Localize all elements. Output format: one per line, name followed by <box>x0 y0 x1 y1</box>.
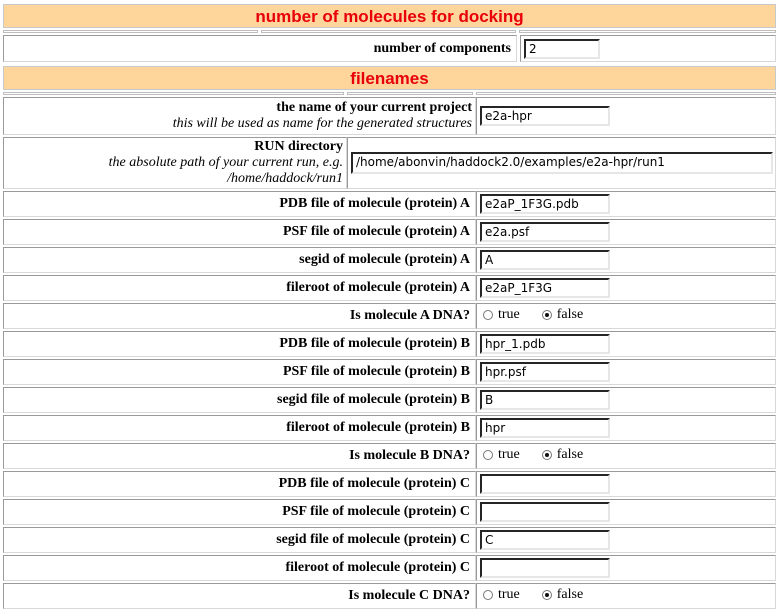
text-input[interactable] <box>480 502 610 522</box>
radio-label: true <box>498 307 520 322</box>
spacer-cell <box>476 92 776 95</box>
text-input[interactable]: hpr_1.pdb <box>480 334 610 354</box>
radio-button-icon[interactable] <box>541 310 552 320</box>
section-header-filenames: filenames <box>3 66 776 90</box>
components-row: number of components 2 <box>3 35 776 62</box>
text-input[interactable]: B <box>480 390 610 410</box>
text-input[interactable]: hpr <box>480 418 610 438</box>
radio-button-icon[interactable] <box>483 450 493 460</box>
radio-button-icon[interactable] <box>483 310 493 320</box>
project-row: the name of your current project this wi… <box>3 97 776 135</box>
project-name-input[interactable]: e2a-hpr <box>480 106 610 126</box>
radio-true[interactable]: true <box>483 307 520 323</box>
dna-toggle-row: Is molecule B DNA? true false <box>3 443 776 469</box>
dna-toggle-row: Is molecule A DNA? true false <box>3 303 776 329</box>
field-label: PDB file of molecule (protein) C <box>278 476 470 491</box>
molecule-field-row: fileroot of molecule (protein) C <box>3 555 776 581</box>
text-input[interactable] <box>480 558 610 578</box>
radio-label: false <box>556 587 584 602</box>
molecule-field-row: PDB file of molecule (protein) C <box>3 471 776 497</box>
spacer-cell <box>3 30 258 33</box>
text-input[interactable] <box>480 474 610 494</box>
text-input[interactable]: C <box>480 530 610 550</box>
field-label: fileroot of molecule (protein) C <box>285 560 470 575</box>
project-hint: this will be used as name for the genera… <box>172 116 472 131</box>
components-label: number of components <box>373 40 511 56</box>
molecule-field-row: PSF file of molecule (protein) A e2a.psf <box>3 219 776 245</box>
field-label: PSF file of molecule (protein) A <box>282 224 470 239</box>
radio-false[interactable]: false <box>541 307 584 323</box>
text-input[interactable]: e2a.psf <box>480 222 610 242</box>
molecule-field-row: segid of molecule (protein) A A <box>3 247 776 273</box>
project-label: the name of your current project <box>276 100 472 115</box>
molecule-field-row: PDB file of molecule (protein) A e2aP_1F3… <box>3 191 776 217</box>
dna-radio-group: true false <box>483 447 605 465</box>
molecule-field-row: PSF file of molecule (protein) B hpr.psf <box>3 359 776 385</box>
field-label: PSF file of molecule (protein) C <box>282 504 470 519</box>
radio-button-icon[interactable] <box>541 450 552 460</box>
spacer-cell <box>519 30 776 33</box>
spacer-cell <box>3 92 344 95</box>
section-header-molecules: number of molecules for docking <box>3 4 776 28</box>
radio-true[interactable]: true <box>483 587 520 603</box>
field-label: segid of molecule (protein) A <box>299 252 470 267</box>
run-directory-row: RUN directory the absolute path of your … <box>3 137 776 189</box>
dna-radio-group: true false <box>483 307 605 325</box>
radio-false[interactable]: false <box>541 447 584 463</box>
field-label: segid file of molecule (protein) B <box>277 392 470 407</box>
radio-button-icon[interactable] <box>541 590 552 600</box>
run-directory-hint: the absolute path of your current run, e… <box>108 155 343 170</box>
spacer-cell <box>347 92 473 95</box>
spacer-cell <box>261 30 516 33</box>
field-label: fileroot of molecule (protein) A <box>286 280 470 295</box>
field-label: PDB file of molecule (protein) B <box>279 336 470 351</box>
radio-button-icon[interactable] <box>483 590 493 600</box>
project-label-block: the name of your current project this wi… <box>173 100 472 132</box>
molecule-field-row: PSF file of molecule (protein) C <box>3 499 776 525</box>
molecule-field-row: PDB file of molecule (protein) B hpr_1.pd… <box>3 331 776 357</box>
field-label: Is molecule C DNA? <box>348 588 470 603</box>
run-directory-hint-example: /home/haddock/run1 <box>227 171 343 186</box>
field-label: Is molecule A DNA? <box>349 308 470 323</box>
text-input[interactable]: e2aP_1F3G.pdb <box>480 194 610 214</box>
radio-label: true <box>498 447 520 462</box>
text-input[interactable]: e2aP_1F3G <box>480 278 610 298</box>
radio-label: true <box>498 587 520 602</box>
field-label: PSF file of molecule (protein) B <box>282 364 470 379</box>
molecule-field-row: segid file of molecule (protein) B B <box>3 387 776 413</box>
dna-toggle-row: Is molecule C DNA? true false <box>3 583 776 609</box>
run-directory-input[interactable]: /home/abonvin/haddock2.0/examples/e2a-hp… <box>351 152 773 174</box>
dna-radio-group: true false <box>483 587 605 605</box>
radio-label: false <box>556 447 584 462</box>
text-input[interactable]: hpr.psf <box>480 362 610 382</box>
molecule-field-row: fileroot of molecule (protein) B hpr <box>3 415 776 441</box>
run-directory-label: RUN directory <box>254 139 343 154</box>
field-label: segid file of molecule (protein) C <box>276 532 470 547</box>
radio-true[interactable]: true <box>483 447 520 463</box>
run-directory-label-block: RUN directory the absolute path of your … <box>109 139 343 187</box>
components-input[interactable]: 2 <box>524 38 600 59</box>
radio-label: false <box>556 307 584 322</box>
field-label: Is molecule B DNA? <box>349 448 470 463</box>
text-input[interactable]: A <box>480 250 610 270</box>
molecule-field-row: segid file of molecule (protein) C C <box>3 527 776 553</box>
molecule-field-row: fileroot of molecule (protein) A e2aP_1F3… <box>3 275 776 301</box>
field-label: PDB file of molecule (protein) A <box>279 196 470 211</box>
radio-false[interactable]: false <box>541 587 584 603</box>
field-label: fileroot of molecule (protein) B <box>286 420 470 435</box>
